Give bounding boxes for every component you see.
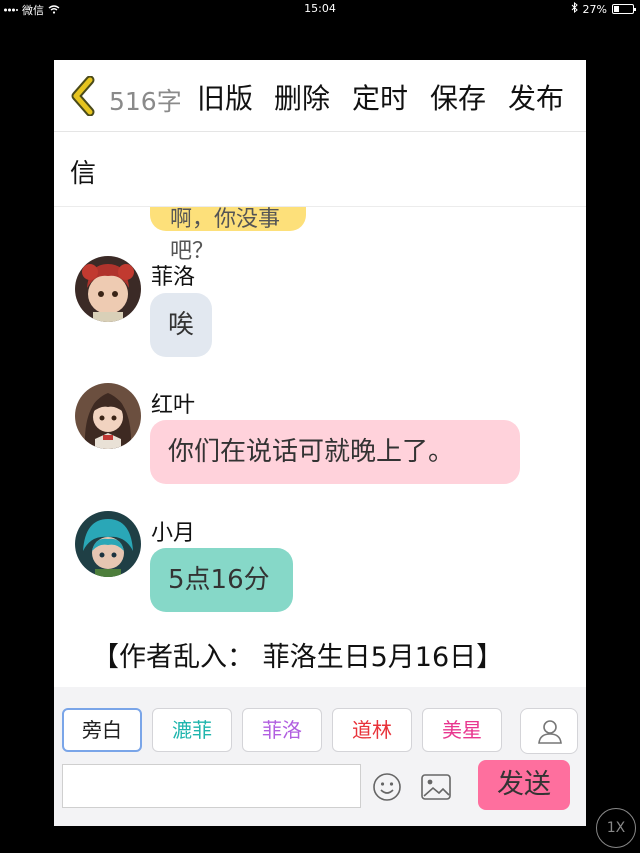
emoji-button[interactable]: [372, 772, 402, 802]
narration-text[interactable]: 【作者乱入： 菲洛生日5月16日】: [92, 635, 503, 674]
status-time: 15:04: [304, 2, 336, 15]
composer-panel: 旁白 漉菲 菲洛 道林 美星 发送: [54, 687, 586, 826]
battery-icon: [612, 4, 636, 14]
delete-button[interactable]: 删除: [274, 77, 330, 117]
image-icon: [421, 774, 451, 800]
editor-screen: 516字 旧版 删除 定时 保存 发布 信 啊，你没事吧？ 菲洛 唉 红叶 你们…: [54, 60, 586, 826]
bluetooth-icon: [571, 1, 578, 16]
chat-area[interactable]: 啊，你没事吧？ 菲洛 唉 红叶 你们在说话可就晚上了。 小月 5点16分 【作者…: [54, 207, 586, 687]
message-text: 啊，你没事吧？: [170, 207, 281, 264]
title-row[interactable]: 信: [54, 133, 586, 207]
avatar[interactable]: [75, 256, 141, 322]
character-chip-narrator[interactable]: 旁白: [62, 708, 142, 752]
schedule-button[interactable]: 定时: [352, 77, 408, 117]
send-button[interactable]: 发送: [478, 760, 570, 810]
zoom-toggle-button[interactable]: 1X: [596, 808, 636, 848]
char-count: 516字: [109, 87, 182, 116]
sender-name: 红叶: [151, 393, 196, 418]
sender-name: 小月: [151, 521, 196, 546]
character-chip[interactable]: 菲洛: [242, 708, 322, 752]
publish-button[interactable]: 发布: [508, 77, 564, 117]
story-title[interactable]: 信: [70, 153, 96, 190]
top-toolbar: 516字 旧版 删除 定时 保存 发布: [54, 60, 586, 132]
avatar[interactable]: [75, 511, 141, 577]
character-selector: 旁白 漉菲 菲洛 道林 美星: [62, 708, 512, 754]
old-version-button[interactable]: 旧版: [197, 77, 253, 117]
message-input[interactable]: [62, 764, 361, 808]
back-button[interactable]: [68, 75, 100, 117]
message-bubble[interactable]: 5点16分: [150, 548, 293, 612]
character-chip[interactable]: 漉菲: [152, 708, 232, 752]
sender-name: 菲洛: [151, 265, 196, 290]
add-character-button[interactable]: [520, 708, 578, 754]
avatar[interactable]: [75, 383, 141, 449]
chevron-left-icon: [71, 75, 95, 117]
battery-percent: 27%: [582, 2, 607, 16]
save-button[interactable]: 保存: [430, 77, 486, 117]
message-bubble[interactable]: 你们在说话可就晚上了。: [150, 420, 520, 484]
person-icon: [538, 720, 562, 744]
status-bar: 微信 15:04 27%: [0, 0, 640, 18]
message-bubble[interactable]: 啊，你没事吧？: [150, 207, 306, 264]
message-bubble[interactable]: 唉: [150, 293, 213, 357]
emoji-icon: [373, 773, 401, 801]
character-chip[interactable]: 美星: [422, 708, 502, 752]
image-button[interactable]: [420, 772, 452, 802]
character-chip[interactable]: 道林: [332, 708, 412, 752]
